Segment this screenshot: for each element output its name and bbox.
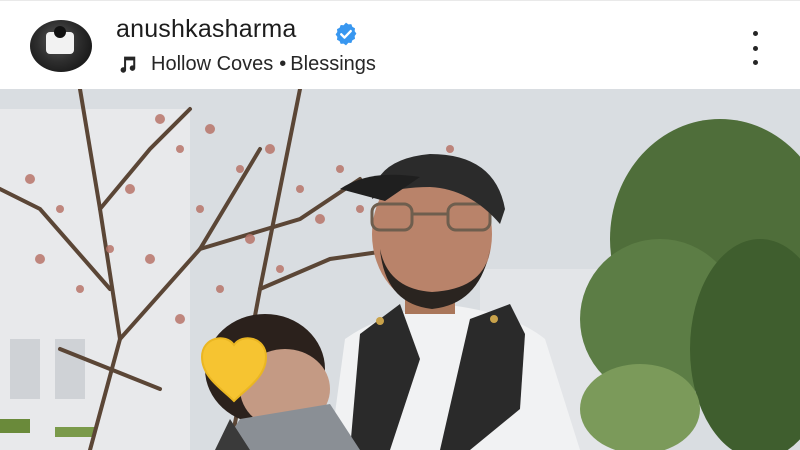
audio-attribution[interactable]: Hollow Coves • Blessings	[116, 51, 376, 77]
audio-track: Blessings	[290, 52, 376, 75]
audio-artist: Hollow Coves	[151, 52, 274, 75]
verified-badge-icon	[335, 22, 357, 46]
post-photo[interactable]	[0, 89, 800, 450]
avatar[interactable]	[30, 20, 92, 72]
photo-illustration	[0, 89, 800, 450]
more-options-button[interactable]	[742, 31, 768, 65]
post-header: anushkasharma Hollow Coves • Blessings	[0, 0, 800, 89]
more-options-icon	[752, 31, 758, 36]
audio-separator: •	[279, 52, 287, 75]
music-note-icon	[120, 56, 136, 73]
username-link[interactable]: anushkasharma	[116, 15, 296, 44]
